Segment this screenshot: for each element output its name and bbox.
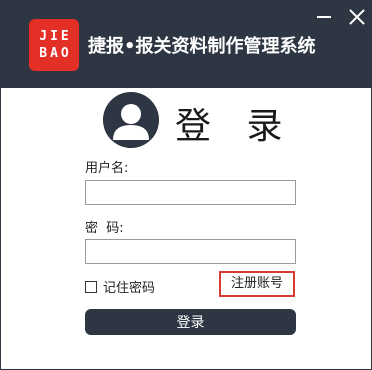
register-account-link[interactable]: 注册账号 <box>219 271 295 297</box>
password-label: 密 码: <box>85 221 124 236</box>
minimize-button[interactable] <box>313 7 335 27</box>
username-label: 用户名: <box>85 161 129 176</box>
username-input[interactable] <box>85 180 296 205</box>
logo-line-1: JIE <box>39 29 72 44</box>
password-input[interactable] <box>85 239 296 264</box>
remember-password-checkbox[interactable]: 记住密码 <box>85 277 155 296</box>
remember-password-label: 记住密码 <box>103 281 156 296</box>
login-button[interactable]: 登录 <box>85 309 296 335</box>
checkbox-box[interactable] <box>85 280 97 293</box>
app-title: 捷报•报关资料制作管理系统 <box>88 36 316 57</box>
user-avatar-icon <box>103 92 159 148</box>
close-button[interactable] <box>346 7 368 27</box>
login-heading: 登 录 <box>175 106 295 147</box>
title-bar: JIE BAO 捷报•报关资料制作管理系统 <box>1 1 371 88</box>
jiebao-logo: JIE BAO <box>29 19 79 71</box>
logo-line-2: BAO <box>39 46 72 61</box>
login-window: JIE BAO 捷报•报关资料制作管理系统 登 录 用户名: 密 码: 记住密码… <box>0 0 372 370</box>
